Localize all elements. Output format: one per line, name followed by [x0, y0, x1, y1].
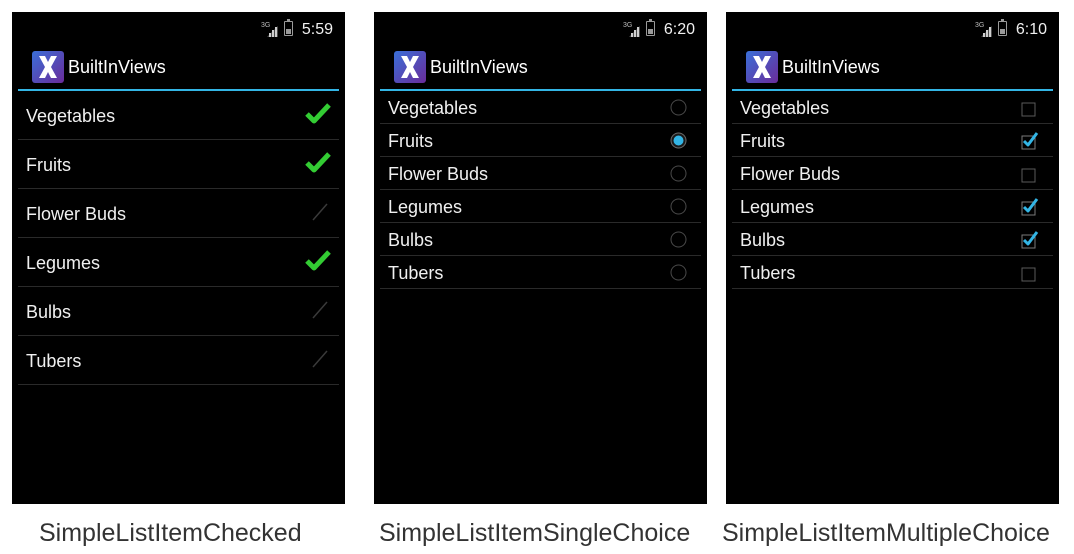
list-item[interactable]: Vegetables — [18, 91, 339, 140]
list-item-label: Vegetables — [388, 98, 478, 118]
list-item[interactable]: Tubers — [732, 256, 1053, 289]
xamarin-logo-icon[interactable] — [32, 51, 64, 83]
list-item-label: Tubers — [740, 263, 796, 283]
list-item[interactable]: Bulbs — [732, 223, 1053, 256]
checkbox-icon[interactable] — [1019, 98, 1039, 118]
list-item[interactable]: Bulbs — [380, 223, 701, 256]
xamarin-logo-icon[interactable] — [746, 51, 778, 83]
list-item-label: Bulbs — [388, 230, 434, 250]
list-item-label: Flower Buds — [26, 204, 127, 224]
radio-button-icon[interactable] — [670, 132, 687, 149]
cellular-signal-icon: 3G — [623, 20, 641, 38]
battery-icon — [284, 19, 293, 36]
list-item[interactable]: Tubers — [380, 256, 701, 289]
status-bar: 3G 5:59 — [12, 12, 345, 46]
list-item-label: Legumes — [740, 197, 815, 217]
phone-screen-single-choice: 3G 6:20 BuiltInViews Vegetables Fruits F… — [374, 12, 707, 504]
list-item[interactable]: Flower Buds — [380, 157, 701, 190]
action-bar: BuiltInViews — [374, 46, 707, 90]
list-item[interactable]: Fruits — [18, 140, 339, 189]
caption-single-choice: SimpleListItemSingleChoice — [379, 519, 691, 547]
checkmark-icon — [305, 249, 331, 273]
list-item[interactable]: Vegetables — [732, 91, 1053, 124]
action-bar: BuiltInViews — [12, 46, 345, 90]
list-view: Vegetables Fruits Flower Buds Legumes Bu… — [732, 91, 1053, 289]
radio-button-icon[interactable] — [670, 264, 687, 281]
status-time: 6:10 — [1015, 21, 1047, 38]
radio-button-icon[interactable] — [670, 198, 687, 215]
list-item[interactable]: Legumes — [380, 190, 701, 223]
checkmark-icon — [305, 298, 331, 322]
list-item-label: Flower Buds — [388, 164, 489, 184]
caption-multiple-choice: SimpleListItemMultipleChoice — [722, 519, 1050, 547]
list-item-label: Bulbs — [26, 302, 72, 322]
list-item[interactable]: Flower Buds — [18, 189, 339, 238]
checkmark-icon — [305, 102, 331, 126]
list-item-label: Fruits — [740, 131, 785, 151]
status-time: 5:59 — [301, 21, 333, 38]
svg-text:3G: 3G — [623, 22, 632, 29]
radio-button-icon[interactable] — [670, 99, 687, 116]
checkmark-icon — [305, 347, 331, 371]
battery-icon — [998, 19, 1007, 36]
list-item-label: Legumes — [26, 253, 101, 273]
list-view: Vegetables Fruits Flower Buds Legumes Bu… — [380, 91, 701, 289]
list-item-label: Legumes — [388, 197, 463, 217]
action-bar: BuiltInViews — [726, 46, 1059, 90]
checkbox-icon[interactable] — [1019, 164, 1039, 184]
list-item-label: Vegetables — [740, 98, 830, 118]
checkmark-icon — [305, 200, 331, 224]
checkbox-icon[interactable] — [1019, 197, 1039, 217]
list-view: Vegetables Fruits Flower Buds Legumes Bu… — [18, 91, 339, 385]
checkbox-icon[interactable] — [1019, 230, 1039, 250]
list-item-label: Tubers — [26, 351, 82, 371]
list-item-label: Tubers — [388, 263, 444, 283]
status-bar: 3G 6:10 — [726, 12, 1059, 46]
list-item[interactable]: Bulbs — [18, 287, 339, 336]
list-item[interactable]: Tubers — [18, 336, 339, 385]
battery-icon — [646, 19, 655, 36]
list-item-label: Fruits — [388, 131, 433, 151]
phone-screen-checked: 3G 5:59 BuiltInViews Vegetables Fruits F… — [12, 12, 345, 504]
status-bar: 3G 6:20 — [374, 12, 707, 46]
list-item[interactable]: Vegetables — [380, 91, 701, 124]
status-time: 6:20 — [663, 21, 695, 38]
checkbox-icon[interactable] — [1019, 131, 1039, 151]
list-item[interactable]: Legumes — [18, 238, 339, 287]
list-item[interactable]: Flower Buds — [732, 157, 1053, 190]
svg-text:3G: 3G — [975, 22, 984, 29]
caption-checked: SimpleListItemChecked — [39, 519, 302, 547]
cellular-signal-icon: 3G — [261, 20, 279, 38]
app-title: BuiltInViews — [430, 57, 528, 77]
checkmark-icon — [305, 151, 331, 175]
list-item-label: Bulbs — [740, 230, 786, 250]
list-item-label: Fruits — [26, 155, 71, 175]
checkbox-icon[interactable] — [1019, 263, 1039, 283]
xamarin-logo-icon[interactable] — [394, 51, 426, 83]
list-item[interactable]: Fruits — [732, 124, 1053, 157]
list-item[interactable]: Legumes — [732, 190, 1053, 223]
svg-text:3G: 3G — [261, 22, 270, 29]
app-title: BuiltInViews — [68, 57, 166, 77]
app-title: BuiltInViews — [782, 57, 880, 77]
cellular-signal-icon: 3G — [975, 20, 993, 38]
list-item-label: Flower Buds — [740, 164, 841, 184]
radio-button-icon[interactable] — [670, 231, 687, 248]
radio-button-icon[interactable] — [670, 165, 687, 182]
phone-screen-multiple-choice: 3G 6:10 BuiltInViews Vegetables Fruits F… — [726, 12, 1059, 504]
list-item-label: Vegetables — [26, 106, 116, 126]
list-item[interactable]: Fruits — [380, 124, 701, 157]
